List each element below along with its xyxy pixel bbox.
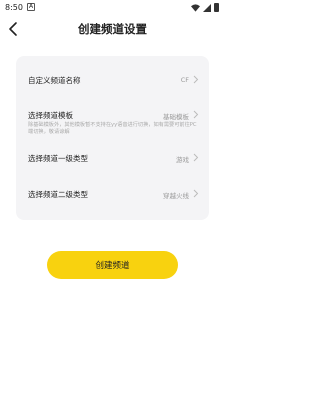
create-channel-button[interactable]: 创建频道	[47, 251, 178, 279]
wifi-icon	[191, 3, 200, 12]
secondary-type-value: 穿越火线	[163, 192, 189, 200]
channel-template-row[interactable]: 选择频道模板 基础模板 除基础模板外，其他模板暂不支持在yy语音进行切换，如有需…	[28, 110, 199, 140]
chevron-right-icon	[193, 189, 199, 198]
header: 创建频道设置	[0, 16, 225, 44]
secondary-type-row[interactable]: 选择频道二级类型 穿越火线	[28, 189, 199, 201]
chevron-right-icon	[193, 75, 199, 84]
channel-template-description: 除基础模板外，其他模板暂不支持在yy语音进行切换，如有需要可前往PC端切换，敬请…	[28, 122, 197, 135]
page-title: 创建频道设置	[78, 22, 147, 36]
channel-template-value: 基础模板	[163, 113, 189, 121]
chevron-right-icon	[193, 153, 199, 162]
chevron-right-icon	[193, 110, 199, 119]
status-time: 8:50	[5, 3, 23, 12]
primary-type-value: 游戏	[176, 156, 189, 164]
primary-type-label: 选择频道一级类型	[28, 154, 88, 163]
primary-type-row[interactable]: 选择频道一级类型 游戏	[28, 153, 199, 165]
battery-icon	[214, 3, 219, 12]
status-icons	[191, 3, 219, 12]
channel-template-label: 选择频道模板	[28, 111, 73, 120]
channel-name-row[interactable]: 自定义频道名称 CF	[28, 75, 199, 87]
channel-name-value: CF	[180, 76, 189, 84]
notification-icon: A	[27, 3, 35, 11]
channel-name-label: 自定义频道名称	[28, 76, 81, 85]
settings-card: 自定义频道名称 CF 选择频道模板 基础模板 除基础模板外，其他模板暂不支持在y…	[16, 56, 209, 220]
secondary-type-label: 选择频道二级类型	[28, 190, 88, 199]
signal-icon	[203, 3, 211, 12]
status-bar: 8:50 A	[0, 0, 225, 16]
